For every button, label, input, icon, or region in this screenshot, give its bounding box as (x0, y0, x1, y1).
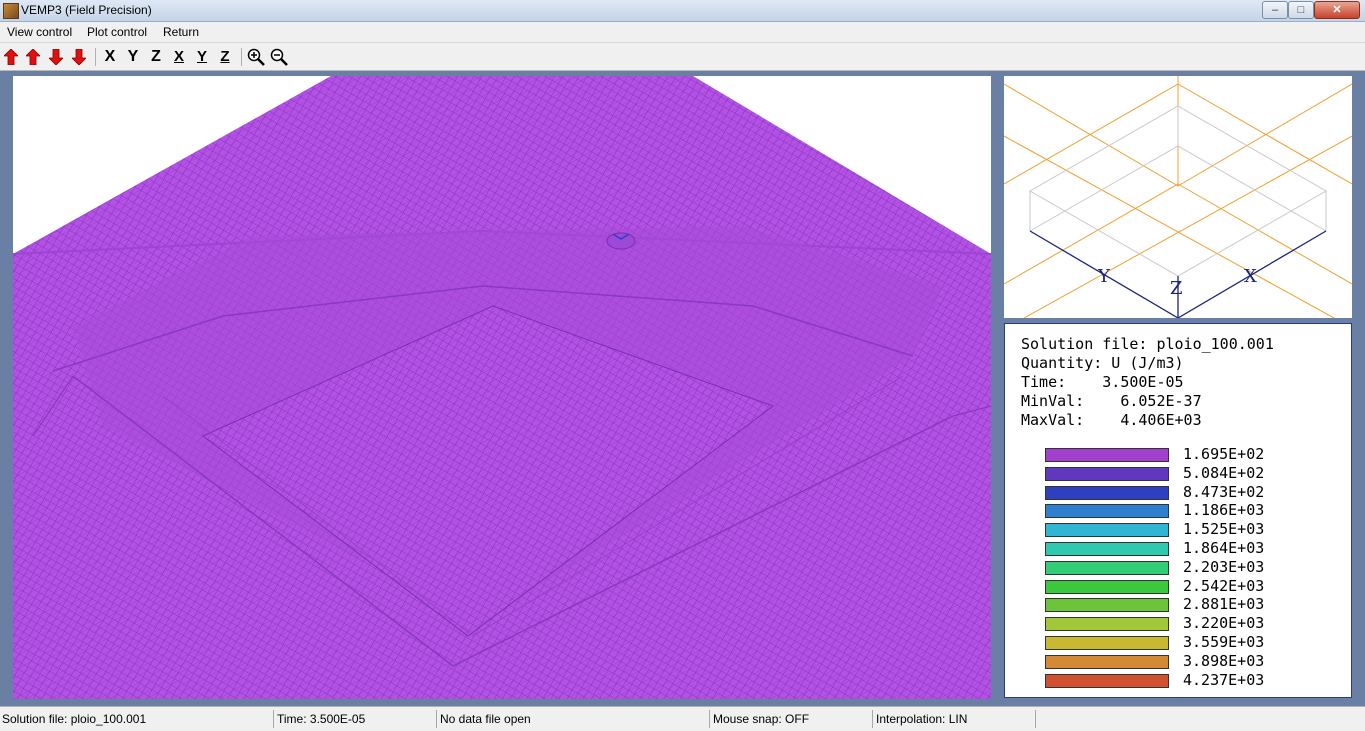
y-letter-icon: Y (127, 47, 139, 65)
zoom-in-icon (247, 48, 265, 66)
legend-swatch (1045, 466, 1169, 481)
info-min-val: MinVal: 6.052E-37 (1021, 392, 1202, 410)
move-up-fast-button[interactable] (1, 46, 21, 67)
maximize-button[interactable]: □ (1288, 1, 1314, 19)
x-letter-icon: X (104, 47, 116, 65)
up-arrow-icon (4, 48, 18, 65)
zoom-out-button[interactable] (269, 46, 289, 67)
down-arrow-icon (49, 48, 63, 65)
legend-swatch (1045, 654, 1169, 669)
legend-label: 1.525E+03 (1183, 520, 1265, 539)
zoom-out-icon (270, 48, 288, 66)
mesh-plot (13, 76, 991, 699)
main-plot-view[interactable] (13, 76, 991, 699)
status-mouse-snap: Mouse snap: OFF (711, 710, 873, 728)
legend-swatch (1045, 673, 1169, 688)
menu-bar: View control Plot control Return (0, 22, 1365, 43)
legend-swatch (1045, 636, 1169, 650)
legend-swatch (1045, 485, 1169, 500)
x-rotate-icon: X (173, 48, 184, 65)
zoom-in-button[interactable] (246, 46, 266, 67)
axis-label-z: Z (1170, 278, 1183, 299)
up-arrow-icon (26, 48, 40, 65)
legend-swatch (1045, 523, 1169, 538)
status-solution-file: Solution file: ploio_100.001 (0, 710, 274, 728)
view-y-button[interactable]: Y (123, 46, 143, 67)
legend-label: 2.542E+03 (1183, 576, 1265, 595)
info-time: Time: 3.500E-05 (1021, 373, 1184, 391)
legend-label: 1.695E+02 (1183, 445, 1265, 463)
menu-return[interactable]: Return (163, 25, 199, 39)
legend-swatch (1045, 617, 1169, 632)
legend-label: 1.186E+03 (1183, 501, 1265, 520)
close-button[interactable]: ✕ (1314, 1, 1360, 19)
legend-label: 1.864E+03 (1183, 539, 1265, 557)
legend-label: 8.473E+02 (1183, 482, 1265, 501)
move-down-fast-button[interactable] (69, 46, 89, 67)
status-interpolation: Interpolation: LIN (874, 710, 1036, 728)
orientation-view: Y Z X (1004, 76, 1352, 318)
app-icon (3, 3, 19, 19)
view-z-button[interactable]: Z (146, 46, 166, 67)
z-rotate-icon: Z (220, 48, 230, 65)
status-time: Time: 3.500E-05 (275, 710, 437, 728)
menu-plot-control[interactable]: Plot control (87, 25, 147, 39)
legend-label: 3.898E+03 (1183, 651, 1265, 670)
rotate-y-button[interactable]: Y (192, 46, 212, 67)
toolbar-separator (241, 48, 242, 66)
view-x-button[interactable]: X (100, 46, 120, 67)
axis-label-y: Y (1097, 266, 1111, 287)
toolbar: X Y Z X Y Z (0, 43, 1365, 71)
rotate-x-button[interactable]: X (169, 46, 189, 67)
legend-swatch (1045, 504, 1169, 519)
legend-swatch (1045, 598, 1169, 613)
move-up-button[interactable] (23, 46, 43, 67)
rotate-z-button[interactable]: Z (215, 46, 235, 67)
z-letter-icon: Z (151, 47, 161, 65)
legend-label: 3.559E+03 (1183, 633, 1265, 651)
orientation-box: Y Z X (1004, 76, 1352, 318)
hotspot-marker (606, 232, 636, 250)
down-arrow-icon (72, 48, 86, 65)
legend-label: 2.881E+03 (1183, 595, 1265, 614)
info-panel: Solution file: ploio_100.001 Quantity: U… (1004, 323, 1352, 698)
info-quantity: Quantity: U (J/m3) (1021, 354, 1184, 372)
status-data-file: No data file open (438, 710, 710, 728)
legend-swatch (1045, 448, 1169, 462)
axis-label-x: X (1244, 266, 1257, 287)
y-rotate-icon: Y (196, 48, 207, 65)
legend-swatch (1045, 579, 1169, 594)
legend-label: 4.237E+03 (1183, 670, 1265, 689)
window-title: VEMP3 (Field Precision) (21, 3, 152, 17)
title-bar: VEMP3 (Field Precision) – □ ✕ (0, 0, 1365, 22)
legend-swatch (1045, 560, 1169, 575)
legend-label: 5.084E+02 (1183, 463, 1265, 482)
toolbar-separator (95, 48, 96, 66)
legend-label: 2.203E+03 (1183, 557, 1265, 576)
legend-swatch (1045, 542, 1169, 556)
move-down-button[interactable] (46, 46, 66, 67)
menu-view-control[interactable]: View control (7, 25, 72, 39)
legend-label: 3.220E+03 (1183, 614, 1265, 633)
status-bar: Solution file: ploio_100.001 Time: 3.500… (0, 706, 1365, 731)
info-solution-file: Solution file: ploio_100.001 (1021, 335, 1274, 353)
minimize-button[interactable]: – (1262, 1, 1288, 19)
info-max-val: MaxVal: 4.406E+03 (1021, 411, 1202, 429)
